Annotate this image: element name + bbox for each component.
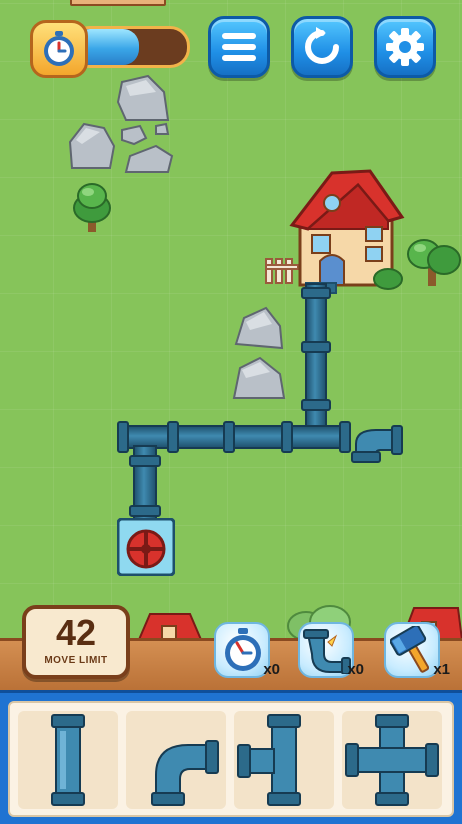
tee-pipe-icon bbox=[237, 714, 301, 806]
restart-button[interactable] bbox=[291, 16, 353, 78]
booster-time-freeze[interactable]: x0 bbox=[214, 622, 280, 680]
rock-cluster bbox=[68, 74, 174, 173]
game-board: 42 MOVE LIMIT x0 x0 x1 bbox=[0, 0, 462, 824]
booster-count: x1 bbox=[433, 661, 450, 678]
move-limit-panel: 42 MOVE LIMIT bbox=[22, 605, 130, 679]
water-source-valve bbox=[117, 518, 175, 576]
tree bbox=[73, 183, 111, 232]
timer-bar bbox=[30, 20, 190, 78]
stopwatch-icon bbox=[225, 628, 261, 671]
piece-tee-pipe[interactable] bbox=[234, 711, 334, 809]
straight-pipe-icon bbox=[51, 714, 85, 806]
menu-icon bbox=[222, 33, 256, 61]
cross-pipe-icon bbox=[345, 714, 439, 806]
stopwatch-icon bbox=[30, 20, 88, 78]
piece-elbow-pipe[interactable] bbox=[126, 711, 226, 809]
piece-cross-pipe[interactable] bbox=[342, 711, 442, 809]
settings-button[interactable] bbox=[374, 16, 436, 78]
restart-icon bbox=[305, 27, 339, 64]
booster-count: x0 bbox=[347, 661, 364, 678]
broken-pipe-icon bbox=[303, 629, 351, 674]
menu-button[interactable] bbox=[208, 16, 270, 78]
piece-tray bbox=[0, 690, 462, 824]
booster-count: x0 bbox=[263, 661, 280, 678]
move-limit-label: MOVE LIMIT bbox=[44, 655, 108, 666]
booster-pipe-fix[interactable]: x0 bbox=[298, 622, 364, 680]
crate-edge bbox=[70, 0, 166, 6]
booster-hammer[interactable]: x1 bbox=[384, 622, 450, 680]
elbow-pipe-icon bbox=[151, 740, 219, 806]
timer-track bbox=[70, 26, 190, 68]
piece-tray-inner bbox=[8, 701, 454, 817]
moves-remaining: 42 bbox=[55, 612, 97, 653]
piece-straight-pipe[interactable] bbox=[18, 711, 118, 809]
settings-icon bbox=[386, 28, 424, 66]
hammer-icon bbox=[390, 626, 430, 673]
